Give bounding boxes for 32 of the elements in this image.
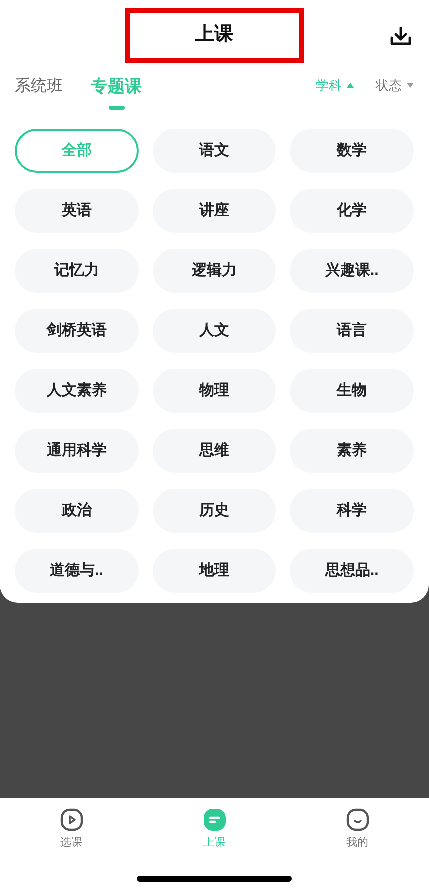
subject-chip[interactable]: 政治	[15, 489, 139, 533]
download-icon[interactable]	[390, 27, 412, 47]
subject-chip[interactable]: 思想品..	[290, 549, 414, 593]
caret-down-icon	[407, 83, 414, 88]
subject-chip[interactable]: 兴趣课..	[290, 249, 414, 293]
subject-chip[interactable]: 英语	[15, 189, 139, 233]
subject-chip[interactable]: 人文素养	[15, 369, 139, 413]
nav-item[interactable]: 选课	[32, 808, 112, 852]
subject-chip[interactable]: 逻辑力	[152, 249, 276, 293]
subject-chip[interactable]: 道德与..	[15, 549, 139, 593]
subject-chip[interactable]: 语言	[290, 309, 414, 353]
subject-chip[interactable]: 语文	[152, 129, 276, 173]
subject-chip[interactable]: 通用科学	[15, 429, 139, 473]
tab-indicator	[108, 106, 124, 110]
tab[interactable]: 系统班	[15, 70, 63, 100]
caret-up-icon	[347, 83, 354, 88]
subject-chip[interactable]: 科学	[290, 489, 414, 533]
subject-chip[interactable]: 思维	[152, 429, 276, 473]
subject-chip[interactable]: 物理	[152, 369, 276, 413]
subject-chip[interactable]: 历史	[152, 489, 276, 533]
page-title: 上课	[196, 22, 234, 47]
subject-chip[interactable]: 数学	[290, 129, 414, 173]
subject-chip[interactable]: 人文	[152, 309, 276, 353]
subject-chip[interactable]: 生物	[290, 369, 414, 413]
subject-chip[interactable]: 剑桥英语	[15, 309, 139, 353]
subject-chip[interactable]: 记忆力	[15, 249, 139, 293]
nav-item[interactable]: 我的	[318, 808, 398, 852]
subject-chip[interactable]: 讲座	[152, 189, 276, 233]
subject-chip[interactable]: 地理	[152, 549, 276, 593]
subject-chip[interactable]: 化学	[290, 189, 414, 233]
subject-chip[interactable]: 素养	[290, 429, 414, 473]
filter-dropdown[interactable]: 状态	[376, 76, 414, 96]
